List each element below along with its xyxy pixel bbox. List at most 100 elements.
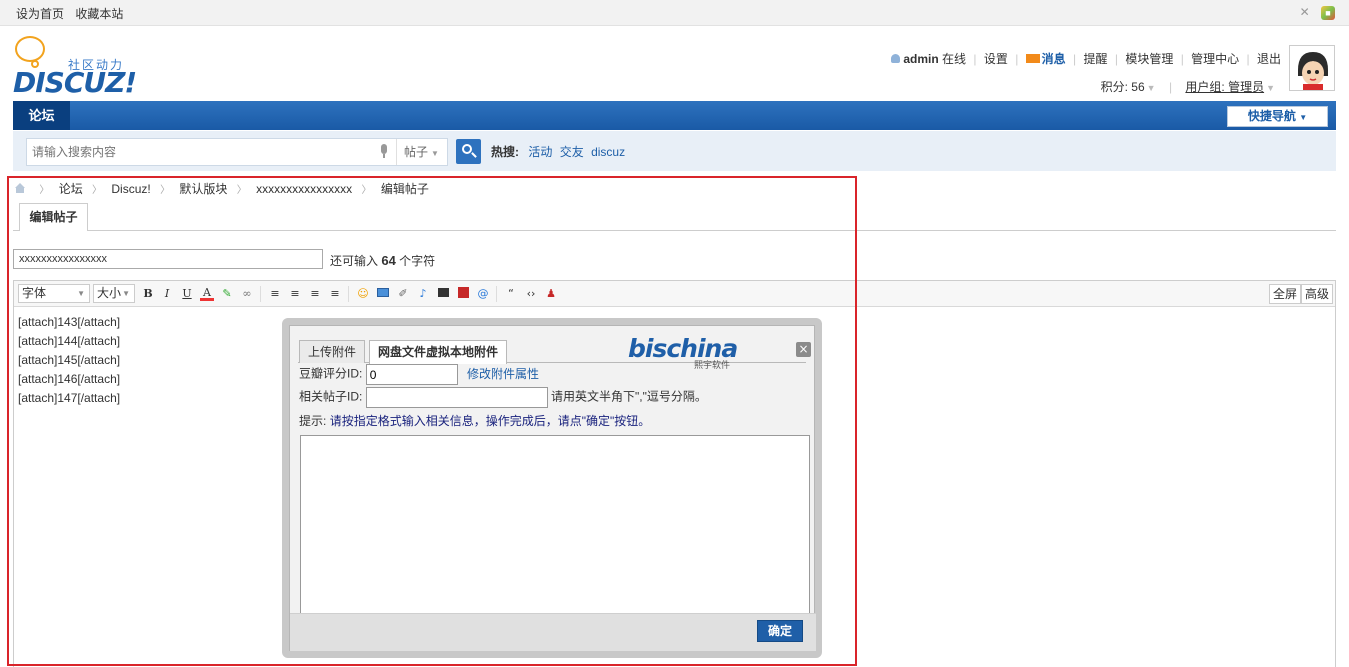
divider: | xyxy=(1015,52,1019,66)
online-status[interactable]: 在线 xyxy=(942,52,966,66)
advanced-button[interactable]: 高级 xyxy=(1301,284,1334,304)
search-type-select[interactable]: 帖子 ▼ xyxy=(396,139,448,165)
top-links: 设为首页 收藏本站 xyxy=(16,5,131,22)
credits-link[interactable]: 积分: 56 ▼ xyxy=(1101,80,1156,94)
content-line: [attach]144[/attach] xyxy=(18,334,121,348)
video-icon[interactable] xyxy=(436,287,450,301)
image-icon[interactable] xyxy=(376,287,390,301)
breadcrumb-item[interactable]: Discuz! xyxy=(111,182,150,196)
set-home-link[interactable]: 设为首页 xyxy=(16,7,64,21)
breadcrumb-item[interactable]: 论坛 xyxy=(59,182,83,196)
logout-link[interactable]: 退出 xyxy=(1257,52,1281,66)
hot-search-term[interactable]: discuz xyxy=(591,145,625,159)
divider: | xyxy=(1073,52,1077,66)
divider: | xyxy=(973,52,977,66)
module-manage-link[interactable]: 模块管理 xyxy=(1125,52,1173,66)
logo-bubble-icon xyxy=(15,36,45,62)
size-select[interactable]: 大小 ▼ xyxy=(93,284,135,303)
tab-divider xyxy=(13,230,1336,231)
bold-button[interactable]: B xyxy=(141,287,155,301)
tab-netdisk-attachment[interactable]: 网盘文件虚拟本地附件 xyxy=(369,340,508,364)
breadcrumb-separator: 〉 xyxy=(361,185,372,196)
user-group-link[interactable]: 用户组: 管理员 ▼ xyxy=(1185,80,1275,94)
top-icons: ✕ ■ xyxy=(1292,5,1335,20)
user-group-label: 用户组: 管理员 xyxy=(1185,80,1265,94)
flash-icon[interactable] xyxy=(456,287,470,301)
attachment-icon[interactable]: ✐ xyxy=(396,287,410,301)
search-input[interactable] xyxy=(27,139,377,165)
search-bar: 帖子▼ 热搜: 活动 交友 discuz xyxy=(13,131,1336,171)
chevron-down-icon: ▼ xyxy=(1266,83,1275,93)
music-icon[interactable]: ♪ xyxy=(416,287,430,301)
smiley-icon[interactable]: ☺ xyxy=(356,287,370,301)
breadcrumb-separator: 〉 xyxy=(236,185,247,196)
fullscreen-button[interactable]: 全屏 xyxy=(1269,284,1302,304)
remain-prefix: 还可输入 xyxy=(330,254,379,268)
search-type-label: 帖子 xyxy=(404,145,429,159)
top-bar: 设为首页 收藏本站 ✕ ■ xyxy=(0,0,1349,26)
username-link[interactable]: admin xyxy=(903,52,938,66)
avatar-image xyxy=(1290,46,1334,90)
app-icon[interactable]: ■ xyxy=(1321,6,1335,20)
confirm-button[interactable]: 确定 xyxy=(757,620,803,642)
home-icon[interactable] xyxy=(14,183,26,193)
admin-center-link[interactable]: 管理中心 xyxy=(1191,52,1239,66)
editor-content[interactable]: [attach]143[/attach] [attach]144[/attach… xyxy=(18,313,120,408)
underline-button[interactable]: U xyxy=(180,287,194,301)
hot-search-term[interactable]: 交友 xyxy=(560,145,584,159)
site-logo[interactable]: 社区动力 DISCUZ! xyxy=(13,36,137,99)
credits-label: 积分: 56 xyxy=(1100,80,1145,94)
related-id-label: 相关帖子ID: xyxy=(299,389,363,404)
italic-button[interactable]: I xyxy=(160,287,174,301)
tip-row: 提示: 请按指定格式输入相关信息，操作完成后，请点"确定"按钮。 xyxy=(299,412,650,429)
bookmark-link[interactable]: 收藏本站 xyxy=(75,7,123,21)
attachment-textarea[interactable] xyxy=(300,435,810,621)
align-justify-icon[interactable]: ≡ xyxy=(328,287,342,301)
edit-attachment-link[interactable]: 修改附件属性 xyxy=(467,367,539,381)
background-color-icon[interactable]: ✎ xyxy=(220,287,234,301)
search-button[interactable] xyxy=(456,139,481,164)
content-line: [attach]146[/attach] xyxy=(18,372,121,386)
microphone-icon[interactable] xyxy=(379,144,389,160)
avatar[interactable] xyxy=(1289,45,1335,91)
tip-text: 请按指定格式输入相关信息，操作完成后，请点"确定"按钮。 xyxy=(329,414,651,428)
at-icon[interactable]: @ xyxy=(476,287,490,301)
quick-nav-button[interactable]: 快捷导航 ▼ xyxy=(1227,106,1328,127)
reminders-link[interactable]: 提醒 xyxy=(1084,52,1108,66)
char-remaining: 还可输入 64 个字符 xyxy=(330,252,435,269)
subject-input[interactable] xyxy=(13,249,323,269)
breadcrumb-separator: 〉 xyxy=(92,185,103,196)
close-icon[interactable]: × xyxy=(796,342,811,357)
score-id-row: 豆瓣评分ID: 修改附件属性 xyxy=(299,364,539,385)
related-id-input[interactable] xyxy=(365,387,548,408)
tab-edit-post[interactable]: 编辑帖子 xyxy=(19,203,88,231)
align-center-icon[interactable]: ≡ xyxy=(288,287,302,301)
dialog-footer xyxy=(290,613,816,651)
content-line: [attach]143[/attach] xyxy=(18,315,121,329)
nav-tab-forum[interactable]: 论坛 xyxy=(13,101,70,130)
breadcrumb-separator: 〉 xyxy=(39,185,50,196)
messages-label: 消息 xyxy=(1041,52,1066,66)
bischina-logo: bischina 熙宇软件 xyxy=(628,334,740,370)
quote-icon[interactable]: “ xyxy=(504,287,518,301)
align-right-icon[interactable]: ≡ xyxy=(308,287,322,301)
toolbar-divider xyxy=(496,286,497,302)
collapse-icon[interactable]: ✕ xyxy=(1298,5,1312,19)
search-box: 帖子▼ xyxy=(26,138,448,166)
tab-upload-attachment[interactable]: 上传附件 xyxy=(299,340,366,363)
settings-link[interactable]: 设置 xyxy=(984,52,1008,66)
font-color-button[interactable]: A xyxy=(200,287,214,301)
qq-icon[interactable]: ♟ xyxy=(544,287,558,301)
dialog-body: 上传附件 网盘文件虚拟本地附件 bischina 熙宇软件 × 豆瓣评分ID: … xyxy=(289,325,816,651)
breadcrumb-item[interactable]: xxxxxxxxxxxxxxxx xyxy=(256,182,352,196)
link-icon[interactable]: ∞ xyxy=(240,287,254,301)
hot-search-term[interactable]: 活动 xyxy=(528,145,552,159)
messages-link[interactable]: 消息 xyxy=(1025,52,1066,66)
breadcrumb-item[interactable]: 默认版块 xyxy=(179,182,227,196)
font-select[interactable]: 字体 ▼ xyxy=(18,284,90,303)
related-id-hint: 请用英文半角下","逗号分隔。 xyxy=(551,389,707,404)
code-icon[interactable]: ‹› xyxy=(524,287,538,301)
align-left-icon[interactable]: ≡ xyxy=(268,287,282,301)
video-icon-shape xyxy=(437,288,449,297)
score-id-input[interactable] xyxy=(365,364,458,385)
